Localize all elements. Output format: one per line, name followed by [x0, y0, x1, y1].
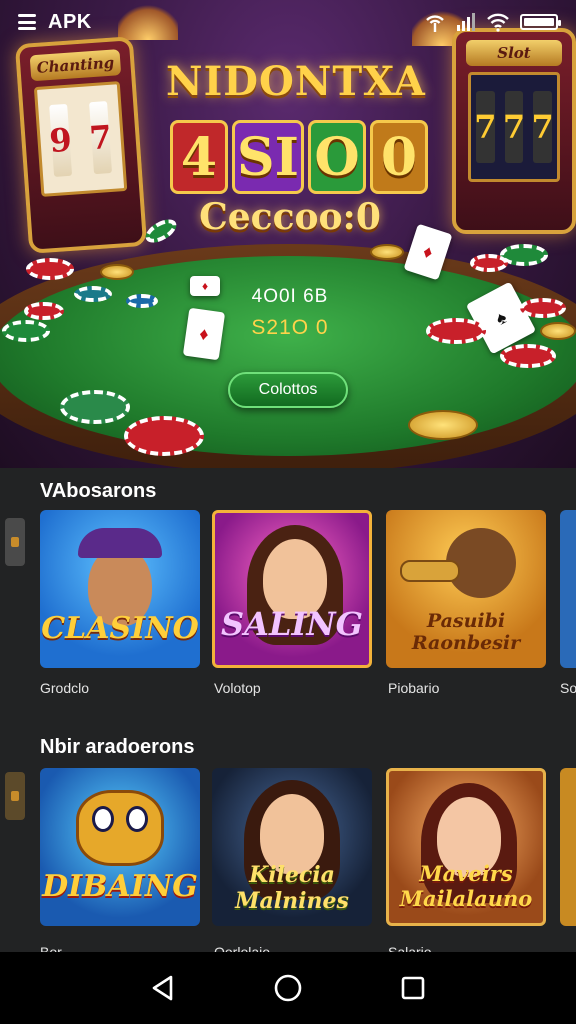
mascot-eye	[126, 806, 148, 832]
app-label: APK	[48, 10, 92, 33]
reel-symbol: 7	[474, 90, 496, 164]
section-title: Nbir aradoerons	[40, 736, 195, 758]
table-amount-line: S21O 0	[251, 316, 329, 339]
logo-tile: SI	[232, 120, 304, 194]
game-tile[interactable]	[560, 768, 576, 926]
mascot-eye	[92, 806, 114, 832]
hero-play-button[interactable]: Colottos	[228, 372, 348, 408]
game-tile[interactable]: Pasuibi Raonbesir	[386, 510, 546, 668]
game-caption: Oorlolaio	[214, 944, 271, 952]
battery-icon	[520, 14, 561, 30]
back-button[interactable]	[143, 968, 183, 1008]
poker-chip	[500, 344, 556, 368]
game-caption: Salario	[388, 944, 432, 952]
game-logo-title: NIDONTXA	[166, 58, 426, 105]
system-nav-bar	[0, 952, 576, 1024]
table-info-line: 4O0I 6B	[251, 286, 329, 307]
side-tab-icon[interactable]	[5, 518, 25, 566]
slot-machine-left: Chanting 9 7	[14, 36, 148, 254]
gold-coin	[408, 410, 478, 440]
reel-symbol: 7	[88, 100, 113, 175]
poker-chip	[126, 294, 158, 308]
reel-symbol: 9	[48, 103, 73, 178]
logo-tile: 4	[170, 120, 228, 194]
cell-signal-icon	[457, 13, 475, 31]
poker-chip	[60, 390, 130, 424]
gold-coin	[540, 322, 576, 340]
slot-machine-right: Slot 7 7 7	[452, 28, 576, 234]
game-caption: So	[560, 680, 576, 696]
game-caption: Volotop	[214, 680, 261, 696]
poker-chip	[74, 286, 112, 302]
game-tile[interactable]: Maveirs Mailalauno	[386, 768, 546, 926]
game-tile-title: CLASINO	[41, 611, 199, 646]
game-caption: Grodclo	[40, 680, 90, 696]
poker-chip	[124, 416, 204, 456]
wifi-icon	[487, 13, 509, 32]
status-bar: APK	[0, 0, 576, 44]
game-caption: Bor	[40, 944, 62, 952]
cap-art	[78, 528, 162, 558]
game-tile-title: SALING	[221, 605, 363, 643]
game-tile[interactable]	[560, 510, 576, 668]
game-tile[interactable]: CLASINO	[40, 510, 200, 668]
antenna-icon	[426, 15, 444, 32]
game-tile-title: Pasuibi Raonbesir	[411, 610, 521, 654]
menu-icon[interactable]	[18, 14, 36, 30]
hero-banner[interactable]: Chanting 9 7 Slot 7 7 7 NIDONTXA 4 SI O …	[0, 0, 576, 468]
game-tile[interactable]: DIBAING	[40, 768, 200, 926]
poker-chip	[24, 302, 64, 320]
back-icon	[152, 975, 172, 1001]
home-button[interactable]	[268, 968, 308, 1008]
game-logo-subtitle: Ceccoo:0	[199, 196, 381, 238]
gold-coin	[370, 244, 404, 260]
section-title: VAbosarons	[40, 480, 157, 502]
game-caption: Piobario	[388, 680, 440, 696]
game-tile[interactable]: Kilecia Malnines	[212, 768, 372, 926]
recents-icon	[402, 976, 425, 1000]
poker-chip	[470, 254, 508, 272]
mascot-art	[76, 790, 164, 866]
poker-chip	[26, 258, 74, 280]
slot-machine-title: Chanting	[29, 49, 122, 82]
slot-machine-reels: 9 7	[33, 81, 128, 197]
logo-tile: 0	[370, 120, 428, 194]
game-tile-title: Kilecia Malnines	[235, 862, 349, 914]
horn-art	[400, 560, 460, 582]
side-tab-icon[interactable]	[5, 772, 25, 820]
reel-symbol: 7	[532, 90, 554, 164]
game-tile[interactable]: SALING	[212, 510, 372, 668]
game-tile-title: DIBAING	[42, 869, 198, 904]
game-sections: VAbosarons CLASINO Grodclo SALING Voloto…	[0, 468, 576, 952]
home-icon	[274, 974, 302, 1002]
game-logo-tiles: 4 SI O 0	[170, 120, 428, 194]
slot-machine-reels: 7 7 7	[468, 72, 560, 182]
poker-chip	[426, 318, 486, 344]
game-tile-title: Maveirs Mailalauno	[399, 861, 533, 911]
logo-tile: O	[308, 120, 366, 194]
recents-button[interactable]	[393, 968, 433, 1008]
gold-coin	[100, 264, 134, 280]
reel-symbol: 7	[503, 90, 525, 164]
poker-chip	[520, 298, 566, 318]
poker-chip	[2, 320, 50, 342]
